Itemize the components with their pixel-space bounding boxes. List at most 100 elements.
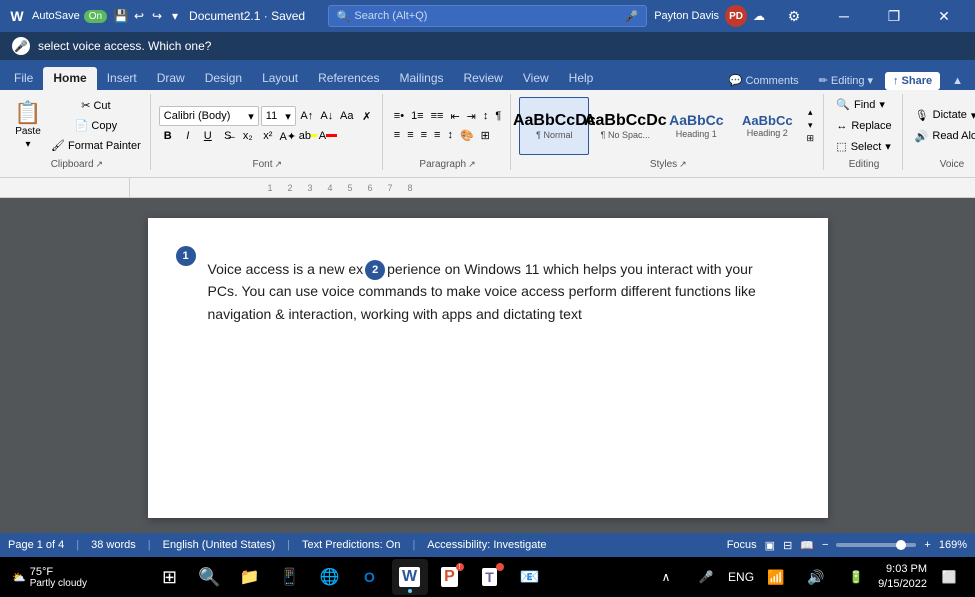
replace-btn[interactable]: ↔ Replace (832, 116, 895, 136)
document-text[interactable]: Voice access is a new ex2perience on Win… (208, 258, 768, 325)
view-icon-read[interactable]: 📖 (800, 539, 814, 552)
settings-btn[interactable]: ⚙ (771, 0, 817, 32)
styles-scroll[interactable]: ▴ ▾ ⊞ (803, 107, 817, 144)
find-btn[interactable]: 🔍 Find ▾ (832, 95, 895, 115)
clipboard-expand-icon[interactable]: ↗ (96, 159, 104, 170)
bold-btn[interactable]: B (159, 127, 177, 145)
style-no-space[interactable]: AaBbCcDc ¶ No Spac... (590, 97, 660, 155)
styles-expand-icon[interactable]: ↗ (679, 159, 687, 170)
start-btn[interactable]: ⊞ (152, 559, 188, 595)
taskbar-wifi-btn[interactable]: 📶 (758, 559, 794, 595)
styles-scroll-down[interactable]: ▾ (808, 120, 813, 131)
search-btn[interactable]: 🔍 (192, 559, 228, 595)
share-btn[interactable]: ↑ Share (885, 72, 940, 90)
save-icon[interactable]: 💾 (113, 8, 129, 24)
zoom-out-btn[interactable]: − (822, 539, 828, 551)
tab-draw[interactable]: Draw (147, 67, 195, 90)
justify-btn[interactable]: ≡ (431, 126, 443, 144)
view-icon-page[interactable]: ▣ (765, 539, 775, 552)
view-icon-web[interactable]: ⊟ (783, 539, 792, 552)
comments-btn[interactable]: 💬 Comments (721, 71, 807, 90)
underline-btn[interactable]: U (199, 127, 217, 145)
taskbar-mic-btn[interactable]: 🎤 (688, 559, 724, 595)
show-marks-btn[interactable]: ¶ (492, 107, 504, 125)
increase-indent-btn[interactable]: ⇥ (464, 107, 479, 125)
change-case-btn[interactable]: Aa (338, 107, 356, 125)
tab-insert[interactable]: Insert (97, 67, 147, 90)
undo-icon[interactable]: ↩ (131, 8, 147, 24)
shading-btn[interactable]: 🎨 (457, 126, 477, 144)
text-effects-btn[interactable]: A✦ (279, 127, 297, 145)
align-center-btn[interactable]: ≡ (404, 126, 416, 144)
highlight-btn[interactable]: ab (299, 127, 317, 145)
align-right-btn[interactable]: ≡ (418, 126, 430, 144)
restore-btn[interactable]: ❐ (871, 0, 917, 32)
paragraph-expand-icon[interactable]: ↗ (468, 159, 476, 170)
bullets-btn[interactable]: ≡• (391, 107, 407, 125)
sort-btn[interactable]: ↕ (480, 107, 492, 125)
borders-btn[interactable]: ⊞ (478, 126, 493, 144)
redo-icon[interactable]: ↪ (149, 8, 165, 24)
taskbar-powerpoint[interactable]: P ! (432, 559, 468, 595)
taskbar-word[interactable]: W (392, 559, 428, 595)
tab-help[interactable]: Help (559, 67, 604, 90)
taskbar-mail[interactable]: 📧 (512, 559, 548, 595)
quick-access-more[interactable]: ▾ (167, 8, 183, 24)
cloud-icon[interactable]: ☁ (751, 8, 767, 24)
align-left-btn[interactable]: ≡ (391, 126, 403, 144)
editing-btn-tab[interactable]: ✏ Editing ▾ (811, 71, 881, 90)
minimize-btn[interactable]: ─ (821, 0, 867, 32)
font-color-btn[interactable]: A (319, 127, 337, 145)
style-heading2[interactable]: AaBbCc Heading 2 (732, 97, 802, 155)
taskbar-teams[interactable]: T (472, 559, 508, 595)
document-area[interactable]: 1 Voice access is a new ex2perience on W… (0, 198, 975, 533)
style-heading1[interactable]: AaBbCc Heading 1 (661, 97, 731, 155)
taskbar-outlook[interactable]: O (352, 559, 388, 595)
font-shrink-btn[interactable]: A↓ (318, 107, 336, 125)
styles-scroll-up[interactable]: ▴ (808, 107, 813, 118)
ribbon-collapse-btn[interactable]: ▲ (944, 72, 971, 90)
taskbar-copilot[interactable]: ✦ (552, 559, 588, 595)
taskbar-overflow-btn[interactable]: ∧ (648, 559, 684, 595)
tab-review[interactable]: Review (454, 67, 513, 90)
decrease-indent-btn[interactable]: ⇤ (447, 107, 462, 125)
clear-format-btn[interactable]: ✗ (358, 107, 376, 125)
taskbar-edge[interactable]: 🌐 (312, 559, 348, 595)
focus-btn[interactable]: Focus (727, 539, 757, 551)
multilevel-btn[interactable]: ≡≡ (428, 107, 447, 125)
tab-layout[interactable]: Layout (252, 67, 308, 90)
font-size-selector[interactable]: 11 ▾ (261, 106, 296, 126)
taskbar-phone-link[interactable]: 📱 (272, 559, 308, 595)
tab-view[interactable]: View (513, 67, 559, 90)
tab-references[interactable]: References (308, 67, 389, 90)
tab-mailings[interactable]: Mailings (389, 67, 453, 90)
taskbar-battery-btn[interactable]: 🔋 (838, 559, 874, 595)
taskbar-clock[interactable]: 9:03 PM 9/15/2022 (878, 562, 927, 593)
autosave-toggle[interactable]: On (84, 10, 107, 23)
cut-btn[interactable]: ✂ Cut (48, 97, 144, 115)
dictate-btn[interactable]: 🎙 Dictate ▾ (911, 105, 975, 125)
taskbar-weather[interactable]: ⛅ 75°F Partly cloudy (8, 566, 91, 589)
line-spacing-btn[interactable]: ↕ (444, 126, 456, 144)
zoom-slider[interactable] (836, 543, 916, 547)
subscript-btn[interactable]: x₂ (239, 127, 257, 145)
font-grow-btn[interactable]: A↑ (298, 107, 316, 125)
tab-home[interactable]: Home (43, 67, 96, 90)
superscript-btn[interactable]: x² (259, 127, 277, 145)
paste-btn[interactable]: 📋 Paste ▾ (10, 97, 46, 155)
select-btn[interactable]: ⬚ Select ▾ (832, 137, 895, 157)
strikethrough-btn[interactable]: S̶ (219, 127, 237, 145)
tab-file[interactable]: File (4, 67, 43, 90)
italic-btn[interactable]: I (179, 127, 197, 145)
style-normal[interactable]: AaBbCcDc ¶ Normal (519, 97, 589, 155)
numbering-btn[interactable]: 1≡ (408, 107, 427, 125)
zoom-in-btn[interactable]: + (924, 539, 930, 551)
read-aloud-btn[interactable]: 🔊 Read Aloud (911, 126, 975, 146)
font-expand-icon[interactable]: ↗ (275, 159, 283, 170)
taskbar-file-explorer[interactable]: 📁 (232, 559, 268, 595)
taskbar-volume-btn[interactable]: 🔊 (798, 559, 834, 595)
status-accessibility[interactable]: Accessibility: Investigate (427, 539, 546, 551)
styles-expand[interactable]: ⊞ (807, 133, 815, 144)
tab-design[interactable]: Design (195, 67, 252, 90)
font-family-selector[interactable]: Calibri (Body) ▾ (159, 106, 259, 126)
